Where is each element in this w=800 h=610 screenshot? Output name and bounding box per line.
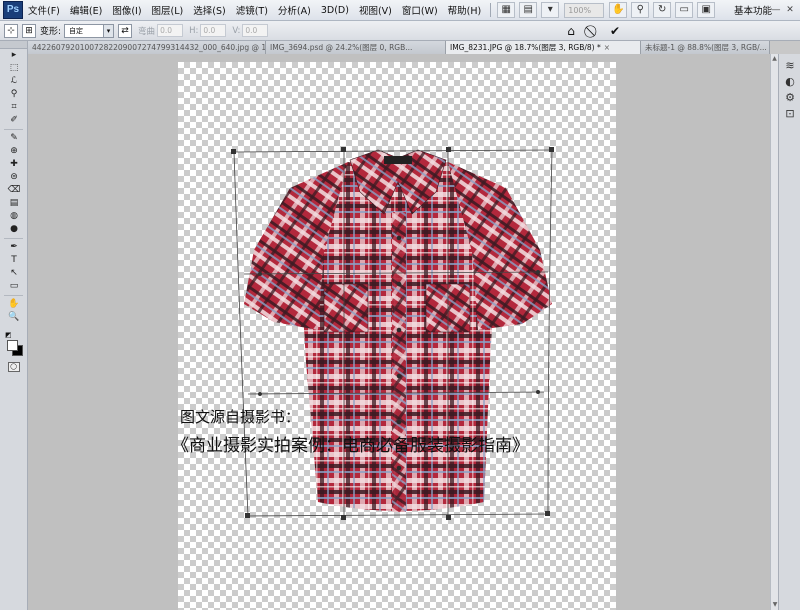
path-select-tool-icon[interactable]: ↖ (0, 267, 28, 280)
chevron-down-icon: ▾ (103, 24, 114, 37)
menu-3d[interactable]: 3D(D) (316, 5, 354, 16)
commit-area: ⌂ ⃠ ✔ (560, 21, 626, 41)
marquee-tool-icon[interactable]: ⬚ (0, 62, 28, 75)
lasso-tool-icon[interactable]: ℒ (0, 75, 28, 88)
history-brush-tool-icon[interactable]: ⊜ (0, 171, 28, 184)
shirt-pocket-left (323, 283, 369, 333)
menu-filter[interactable]: 滤镜(T) (231, 3, 273, 17)
quick-select-tool-icon[interactable]: ⚲ (0, 88, 28, 101)
tools-panel: ▸ ⬚ ℒ ⚲ ⌗ ✐ ✎ ⊕ ✚ ⊜ ⌫ ▤ ◍ ● ✒ T ↖ ▭ ✋ 🔍 … (0, 41, 28, 610)
h-distortion-label: H: (189, 25, 199, 36)
crop-tool-icon[interactable]: ⌗ (0, 101, 28, 114)
menu-window[interactable]: 窗口(W) (397, 3, 443, 17)
tab-label: 442260792010072822090072747993144​32_000… (32, 43, 266, 52)
options-bar: ⊹ ⊞ 变形: 自定 ▾ ⇄ 弯曲 0.0 H: 0.0 V: 0.0 ⌂ ⃠ … (0, 21, 800, 41)
gradient-tool-icon[interactable]: ▤ (0, 197, 28, 210)
hand-tool-icon[interactable]: ✋ (0, 298, 28, 311)
menu-bar: Ps 文件(F) 编辑(E) 图像(I) 图层(L) 选择(S) 滤镜(T) 分… (0, 0, 800, 21)
change-warp-orientation-icon[interactable]: ⇄ (118, 23, 133, 38)
type-tool-icon[interactable]: T (0, 254, 28, 267)
tool-separator (4, 238, 23, 239)
menu-separator (490, 3, 492, 17)
arrange-documents-button[interactable]: ▭ (675, 2, 694, 18)
bend-label: 弯曲 (138, 26, 156, 37)
bend-field[interactable]: 0.0 (157, 24, 184, 37)
document-area (28, 54, 770, 610)
minimize-icon[interactable]: — (770, 4, 782, 16)
warp-style-select[interactable]: 自定 ▾ (64, 23, 115, 38)
shirt-label (384, 156, 412, 164)
pen-tool-icon[interactable]: ✒ (0, 241, 28, 254)
color-swatches: ◩ (0, 328, 28, 358)
vertical-scrollbar[interactable]: ▲ ▼ (770, 54, 778, 610)
view-extras-button[interactable]: ▾ (541, 2, 560, 18)
foreground-color-swatch[interactable] (7, 340, 18, 351)
tool-separator (4, 129, 23, 130)
adjustments-panel-icon[interactable]: ◐ (779, 74, 800, 90)
document-tab[interactable]: 442260792010072822090072747993144​32_000… (28, 41, 266, 54)
switch-warp-icon[interactable]: ⌂ (563, 23, 579, 39)
document-tab-active[interactable]: IMG_8231.JPG @ 18.7%(图层 3, RGB/8) * × (446, 41, 641, 54)
menu-file[interactable]: 文件(F) (23, 3, 65, 17)
document-tab[interactable]: 未标题-1 @ 88.8%(图层 3, RGB/... (641, 41, 770, 54)
workspace-switcher[interactable]: 基本功能 (734, 3, 772, 17)
launch-minibridge-button[interactable]: ▤ (519, 2, 538, 18)
menu-select[interactable]: 选择(S) (188, 3, 230, 17)
default-colors-icon[interactable]: ◩ (5, 331, 12, 339)
zoom-tool-button[interactable]: ⚲ (631, 2, 650, 18)
masks-panel-icon[interactable]: ⊡ (779, 106, 800, 122)
h-distortion-field[interactable]: 0.0 (200, 24, 227, 37)
shape-tool-icon[interactable]: ▭ (0, 280, 28, 293)
collapsed-panels-strip: ≋ ◐ ⚙ ⊡ (778, 54, 800, 610)
document-tab[interactable]: IMG_3694.psd @ 24.2%(图层 0, RGB... (266, 41, 446, 54)
canvas[interactable] (178, 62, 616, 610)
menu-help[interactable]: 帮助(H) (443, 3, 487, 17)
menu-edit[interactable]: 编辑(E) (65, 3, 107, 17)
rotate-view-button[interactable]: ↻ (653, 2, 672, 18)
screen-mode-button[interactable]: ▣ (697, 2, 716, 18)
panel-grip[interactable] (0, 41, 27, 49)
caption-book-title: 《商业摄影实拍案例：电商必备服装摄影指南》 (172, 436, 529, 456)
clone-stamp-tool-icon[interactable]: ✚ (0, 158, 28, 171)
photoshop-logo: Ps (3, 1, 23, 19)
tab-label: 未标题-1 @ 88.8%(图层 3, RGB/... (645, 43, 767, 52)
brush-tool-icon[interactable]: ⊕ (0, 145, 28, 158)
dodge-tool-icon[interactable]: ● (0, 223, 28, 236)
healing-brush-tool-icon[interactable]: ✎ (0, 132, 28, 145)
commit-transform-icon[interactable]: ✔ (607, 23, 623, 39)
quick-mask-icon[interactable]: ◯ (7, 362, 20, 372)
scroll-up-icon[interactable]: ▲ (771, 54, 778, 64)
launch-bridge-button[interactable]: ▦ (497, 2, 516, 18)
move-tool-icon[interactable]: ▸ (0, 49, 28, 62)
styles-panel-icon[interactable]: ⚙ (779, 90, 800, 106)
eraser-tool-icon[interactable]: ⌫ (0, 184, 28, 197)
shirt-image (231, 147, 554, 520)
warp-style-value: 自定 (69, 26, 84, 35)
hand-tool-button[interactable]: ✋ (609, 2, 628, 18)
tool-separator (4, 295, 23, 296)
v-distortion-label: V: (232, 25, 241, 36)
tool-preset-icon[interactable]: ⊹ (4, 23, 18, 38)
zoom-level-field[interactable]: 100% (564, 2, 605, 18)
caption-source: 图文源自摄影书： (180, 408, 301, 426)
v-distortion-field[interactable]: 0.0 (242, 24, 269, 37)
menu-view[interactable]: 视图(V) (354, 3, 397, 17)
zoom-tool-icon[interactable]: 🔍 (0, 311, 28, 324)
menu-image[interactable]: 图像(I) (107, 3, 146, 17)
menu-layer[interactable]: 图层(L) (147, 3, 189, 17)
reference-point-icon[interactable]: ⊞ (22, 23, 36, 38)
warp-label: 变形: (40, 27, 62, 37)
blur-tool-icon[interactable]: ◍ (0, 210, 28, 223)
document-tab-bar: 442260792010072822090072747993144​32_000… (28, 41, 770, 54)
eyedropper-tool-icon[interactable]: ✐ (0, 114, 28, 127)
tab-label: IMG_8231.JPG @ 18.7%(图层 3, RGB/8) * (450, 43, 601, 52)
tab-label: IMG_3694.psd @ 24.2%(图层 0, RGB... (270, 43, 413, 52)
close-icon[interactable]: ✕ (784, 4, 796, 16)
cancel-transform-icon[interactable]: ⃠ (585, 23, 601, 39)
menu-analysis[interactable]: 分析(A) (273, 3, 316, 17)
close-tab-icon[interactable]: × (604, 43, 610, 52)
layers-panel-icon[interactable]: ≋ (779, 58, 800, 74)
